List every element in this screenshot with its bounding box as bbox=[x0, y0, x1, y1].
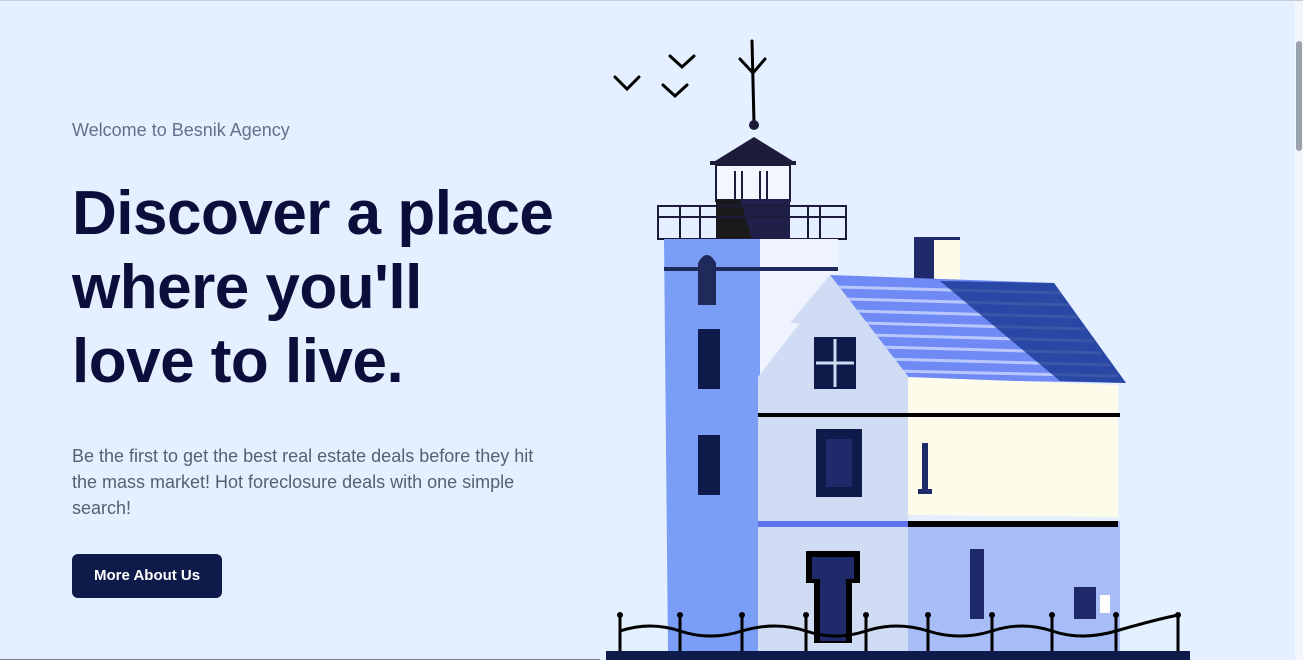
scrollbar-thumb[interactable] bbox=[1296, 41, 1302, 151]
hero-headline-line-2: where you'll bbox=[72, 253, 422, 322]
more-about-us-button[interactable]: More About Us bbox=[72, 554, 223, 598]
hero-headline-line-1: Discover a place bbox=[72, 179, 554, 248]
hero-headline: Discover a place where you'll love to li… bbox=[72, 177, 572, 399]
antenna-icon bbox=[738, 39, 767, 125]
vertical-scrollbar[interactable] bbox=[1295, 1, 1303, 660]
hero-description: Be the first to get the best real estate… bbox=[72, 446, 534, 518]
landing-page: Welcome to Besnik Agency Discover a plac… bbox=[0, 0, 1303, 660]
lighthouse-house-illustration bbox=[606, 39, 1190, 660]
hero-eyebrow: Welcome to Besnik Agency bbox=[72, 120, 290, 140]
hero-headline-line-3: love to live. bbox=[72, 327, 404, 396]
hero-section: Welcome to Besnik Agency Discover a plac… bbox=[72, 119, 572, 598]
birds-icon bbox=[613, 54, 696, 99]
